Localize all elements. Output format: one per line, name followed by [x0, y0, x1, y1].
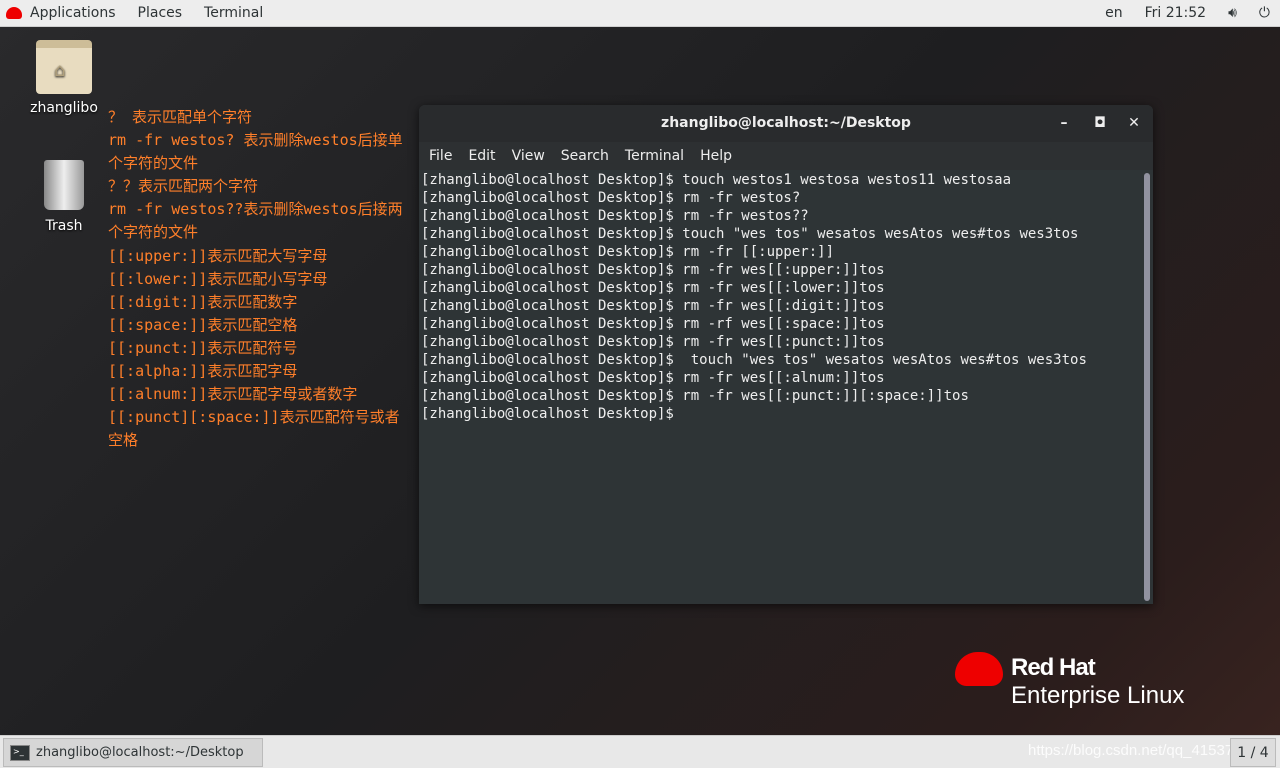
places-menu[interactable]: Places	[127, 0, 194, 27]
watermark: https://blog.csdn.net/qq_41537102	[1028, 742, 1259, 759]
terminal-line: [zhanglibo@localhost Desktop]$ rm -fr [[…	[421, 244, 835, 260]
menu-file[interactable]: File	[421, 148, 460, 164]
redhat-hat-icon	[955, 652, 1003, 686]
note-line: rm -fr westos? 表示删除westos后接单个字符的文件	[108, 131, 403, 173]
note-line: [[:punct:]]表示匹配符号	[108, 338, 298, 357]
applications-label: Applications	[30, 4, 116, 21]
window-title: zhanglibo@localhost:~/Desktop	[661, 115, 911, 131]
clock[interactable]: Fri 21:52	[1134, 0, 1217, 27]
folder-icon: ⌂	[36, 40, 92, 94]
redhat-icon	[6, 7, 22, 19]
taskbar-window-button[interactable]: >_ zhanglibo@localhost:~/Desktop	[3, 738, 263, 767]
volume-icon[interactable]: 🔊︎	[1217, 0, 1248, 27]
terminal-line: [zhanglibo@localhost Desktop]$ rm -fr we…	[421, 298, 885, 314]
note-line: [[:upper:]]表示匹配大写字母	[108, 246, 328, 265]
terminal-line: [zhanglibo@localhost Desktop]$ rm -fr we…	[421, 370, 885, 386]
trash-label: Trash	[45, 218, 83, 234]
terminal-line: [zhanglibo@localhost Desktop]$ rm -fr we…	[421, 388, 969, 404]
logo-line1: Red Hat	[1011, 654, 1096, 681]
terminal-line: [zhanglibo@localhost Desktop]$ rm -fr we…	[421, 280, 885, 296]
terminal-menubar: File Edit View Search Terminal Help	[419, 142, 1153, 170]
note-line: [[:space:]]表示匹配空格	[108, 315, 298, 334]
trash-can-icon	[44, 160, 84, 210]
maximize-icon[interactable]: ◘	[1083, 105, 1117, 142]
note-line: [[:lower:]]表示匹配小写字母	[108, 269, 328, 288]
terminal-app-menu[interactable]: Terminal	[193, 0, 274, 27]
menu-search[interactable]: Search	[553, 148, 617, 164]
terminal-line: [zhanglibo@localhost Desktop]$ rm -fr we…	[421, 190, 801, 206]
bottom-taskbar: >_ zhanglibo@localhost:~/Desktop https:/…	[0, 735, 1280, 768]
terminal-titlebar[interactable]: zhanglibo@localhost:~/Desktop – ◘ ✕	[419, 105, 1153, 142]
terminal-line: [zhanglibo@localhost Desktop]$ rm -rf we…	[421, 316, 885, 332]
language-indicator[interactable]: en	[1094, 0, 1134, 27]
terminal-line: [zhanglibo@localhost Desktop]$ rm -fr we…	[421, 262, 885, 278]
logo-line2: Enterprise Linux	[1011, 682, 1185, 709]
close-icon[interactable]: ✕	[1117, 105, 1151, 142]
terminal-line: [zhanglibo@localhost Desktop]$ touch "we…	[421, 352, 1087, 368]
taskbar-window-label: zhanglibo@localhost:~/Desktop	[36, 745, 244, 760]
note-line: [[:alpha:]]表示匹配字母	[108, 362, 298, 381]
trash-icon[interactable]: Trash	[30, 160, 98, 234]
terminal-icon: >_	[10, 744, 30, 761]
menu-view[interactable]: View	[504, 148, 553, 164]
note-line: [[:punct][:space:]]表示匹配符号或者空格	[108, 408, 400, 450]
minimize-icon[interactable]: –	[1047, 105, 1081, 142]
terminal-window[interactable]: zhanglibo@localhost:~/Desktop – ◘ ✕ File…	[419, 105, 1153, 604]
menu-help[interactable]: Help	[692, 148, 740, 164]
terminal-line: [zhanglibo@localhost Desktop]$ touch wes…	[421, 172, 1012, 188]
menu-edit[interactable]: Edit	[460, 148, 503, 164]
terminal-output[interactable]: [zhanglibo@localhost Desktop]$ touch wes…	[419, 171, 1141, 604]
terminal-line: [zhanglibo@localhost Desktop]$ rm -fr we…	[421, 334, 885, 350]
desktop-notes: ？ 表示匹配单个字符 rm -fr westos? 表示删除westos后接单个…	[108, 106, 408, 452]
note-line: rm -fr westos??表示删除westos后接两个字符的文件	[108, 200, 403, 242]
terminal-line: [zhanglibo@localhost Desktop]$ touch "we…	[421, 226, 1079, 242]
note-line: [[:digit:]]表示匹配数字	[108, 292, 298, 311]
note-line: [[:alnum:]]表示匹配字母或者数字	[108, 385, 358, 404]
workspace-switcher[interactable]: 1 / 4	[1230, 738, 1276, 767]
applications-menu[interactable]: Applications	[0, 0, 127, 27]
note-line: ？？表示匹配两个字符	[108, 177, 259, 196]
terminal-line: [zhanglibo@localhost Desktop]$ rm -fr we…	[421, 208, 809, 224]
top-bar: Applications Places Terminal en Fri 21:5…	[0, 0, 1280, 27]
home-folder-label: zhanglibo	[30, 100, 98, 116]
note-line: ？ 表示匹配单个字符	[108, 108, 253, 126]
home-folder-icon[interactable]: ⌂ zhanglibo	[30, 40, 98, 116]
terminal-scrollbar[interactable]	[1144, 173, 1150, 601]
power-icon[interactable]: ⏻	[1248, 0, 1272, 27]
terminal-prompt: [zhanglibo@localhost Desktop]$	[421, 406, 674, 422]
menu-terminal[interactable]: Terminal	[617, 148, 692, 164]
